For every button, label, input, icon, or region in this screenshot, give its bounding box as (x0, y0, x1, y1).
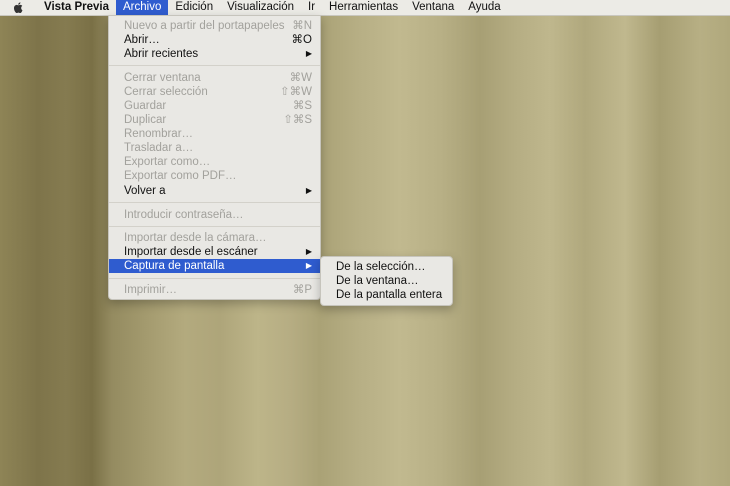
menu-item-label: De la selección… (336, 261, 426, 273)
menu-item-label: Abrir recientes (124, 48, 199, 60)
menu-item-label: De la ventana… (336, 275, 419, 287)
shortcut-label: ⌘O (291, 34, 312, 46)
shortcut-label: ⌘N (292, 20, 312, 32)
menu-item-cerrar-ventana[interactable]: Cerrar ventana ⌘W (109, 71, 320, 85)
menu-separator (109, 65, 320, 66)
menu-item-introducir-contrasena[interactable]: Introducir contraseña… (109, 208, 320, 222)
menu-item-label: Cerrar selección (124, 86, 208, 98)
menu-item-label: Volver a (124, 185, 166, 197)
menu-item-label: Cerrar ventana (124, 72, 201, 84)
menu-item-label: Renombrar… (124, 128, 194, 140)
menubar-ventana[interactable]: Ventana (405, 0, 461, 15)
menu-item-label: Exportar como… (124, 156, 211, 168)
submenu-item-de-la-seleccion[interactable]: De la selección… (321, 260, 452, 274)
menu-item-label: Imprimir… (124, 284, 178, 296)
menu-item-exportar-pdf[interactable]: Exportar como PDF… (109, 169, 320, 183)
menu-item-duplicar[interactable]: Duplicar ⇧⌘S (109, 113, 320, 127)
menubar-ayuda[interactable]: Ayuda (461, 0, 507, 15)
menu-separator (109, 202, 320, 203)
menu-item-volver-a[interactable]: Volver a ▶ (109, 184, 320, 198)
shortcut-label: ⌘P (292, 284, 312, 296)
menu-item-label: Guardar (124, 100, 167, 112)
menu-item-label: Duplicar (124, 114, 167, 126)
shortcut-label: ⇧⌘W (280, 86, 312, 98)
menu-item-label: De la pantalla entera (336, 289, 443, 301)
menu-item-label: Abrir… (124, 34, 160, 46)
menu-item-imprimir[interactable]: Imprimir… ⌘P (109, 283, 320, 297)
shortcut-label: ⌘S (292, 100, 312, 112)
submenu-arrow-icon: ▶ (305, 261, 312, 270)
menu-item-exportar-como[interactable]: Exportar como… (109, 155, 320, 169)
menu-item-label: Nuevo a partir del portapapeles (124, 20, 285, 32)
submenu-arrow-icon: ▶ (305, 247, 312, 256)
apple-logo-icon[interactable] (13, 2, 23, 13)
menu-item-trasladar[interactable]: Trasladar a… (109, 141, 320, 155)
menu-item-label: Captura de pantalla (124, 260, 225, 272)
menu-item-nuevo-portapapeles[interactable]: Nuevo a partir del portapapeles ⌘N (109, 19, 320, 33)
menubar-ir[interactable]: Ir (301, 0, 322, 15)
menu-item-label: Trasladar a… (124, 142, 194, 154)
menubar-herramientas[interactable]: Herramientas (322, 0, 405, 15)
submenu-arrow-icon: ▶ (305, 186, 312, 195)
menu-item-renombrar[interactable]: Renombrar… (109, 127, 320, 141)
shortcut-label: ⇧⌘S (283, 114, 312, 126)
menu-item-importar-escaner[interactable]: Importar desde el escáner ▶ (109, 245, 320, 259)
menu-item-captura-pantalla[interactable]: Captura de pantalla ▶ (109, 259, 320, 273)
menubar-archivo[interactable]: Archivo (116, 0, 169, 15)
menu-item-label: Introducir contraseña… (124, 209, 244, 221)
menu-item-abrir[interactable]: Abrir… ⌘O (109, 33, 320, 47)
menu-item-importar-camara[interactable]: Importar desde la cámara… (109, 231, 320, 245)
submenu-item-de-la-ventana[interactable]: De la ventana… (321, 274, 452, 288)
menubar-visualizacion[interactable]: Visualización (220, 0, 301, 15)
menu-item-label: Importar desde la cámara… (124, 232, 267, 244)
submenu-arrow-icon: ▶ (305, 49, 312, 58)
menu-item-cerrar-seleccion[interactable]: Cerrar selección ⇧⌘W (109, 85, 320, 99)
menu-item-label: Importar desde el escáner (124, 246, 258, 258)
menu-item-guardar[interactable]: Guardar ⌘S (109, 99, 320, 113)
menubar-app-vista-previa[interactable]: Vista Previa (37, 0, 116, 15)
menu-separator (109, 226, 320, 227)
menubar-edicion[interactable]: Edición (168, 0, 220, 15)
menu-separator (109, 278, 320, 279)
captura-pantalla-submenu: De la selección… De la ventana… De la pa… (320, 256, 453, 306)
menu-item-label: Exportar como PDF… (124, 170, 237, 182)
menu-item-abrir-recientes[interactable]: Abrir recientes ▶ (109, 47, 320, 61)
menu-bar: Vista Previa Archivo Edición Visualizaci… (0, 0, 730, 16)
shortcut-label: ⌘W (289, 72, 312, 84)
submenu-item-de-la-pantalla-entera[interactable]: De la pantalla entera (321, 288, 452, 302)
archivo-menu: Nuevo a partir del portapapeles ⌘N Abrir… (108, 15, 321, 300)
